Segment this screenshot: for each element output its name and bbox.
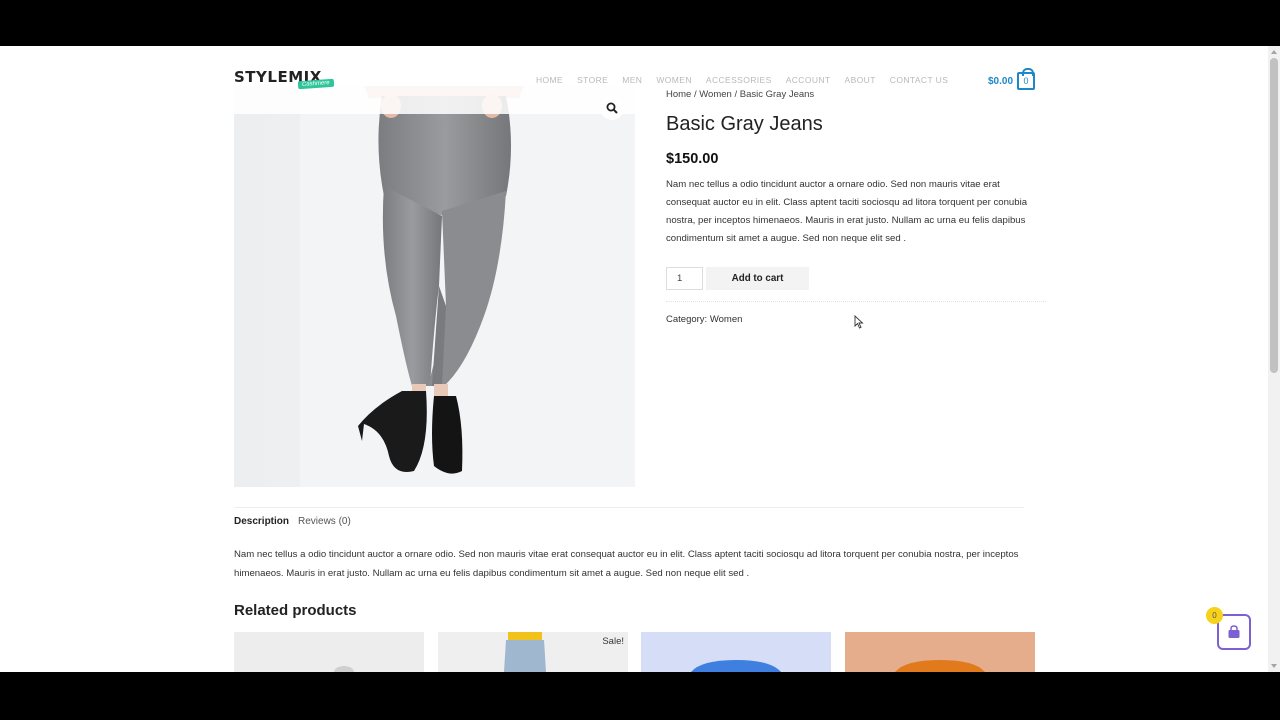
mouse-cursor-icon [854,315,864,329]
vertical-scrollbar[interactable] [1268,46,1280,672]
cart-amount: $0.00 [988,75,1014,87]
related-product-4[interactable] [845,632,1035,672]
cart-count: 0 [1023,76,1029,86]
top-black-bar [0,0,1280,46]
nav-item-women[interactable]: WOMEN [656,75,692,85]
main-nav: HOME STORE MEN WOMEN ACCESSORIES ACCOUNT… [536,75,948,85]
scrollbar-thumb[interactable] [1270,58,1278,373]
nav-item-accessories[interactable]: ACCESSORIES [706,75,772,85]
browser-viewport: STYLEMIX Cashmere HOME STORE MEN WOMEN A… [0,46,1280,672]
related-product-image [334,666,354,672]
product-image[interactable] [234,86,635,487]
nav-item-contact[interactable]: CONTACT US [890,75,948,85]
nav-item-home[interactable]: HOME [536,75,563,85]
floating-cart-button[interactable] [1217,614,1251,650]
scroll-down-arrow-icon[interactable] [1271,664,1277,668]
related-product-1[interactable] [234,632,424,672]
related-product-2[interactable]: Sale! [438,632,628,672]
tab-reviews[interactable]: Reviews (0) [298,516,351,527]
product-category[interactable]: Category: Women [666,314,742,325]
related-product-3[interactable] [641,632,831,672]
tab-description[interactable]: Description [234,516,289,527]
site-header: STYLEMIX Cashmere HOME STORE MEN WOMEN A… [0,46,1268,114]
breadcrumb[interactable]: Home / Women / Basic Gray Jeans [666,89,814,100]
related-product-image [895,660,985,672]
related-product-image [691,660,781,672]
nav-item-account[interactable]: ACCOUNT [786,75,831,85]
scroll-up-arrow-icon[interactable] [1271,50,1277,54]
cart-bag-icon: 0 [1017,68,1036,90]
sale-badge: Sale! [602,636,624,647]
nav-item-store[interactable]: STORE [577,75,608,85]
nav-item-about[interactable]: ABOUT [845,75,876,85]
search-icon [606,102,618,114]
description-text: Nam nec tellus a odio tincidunt auctor a… [234,549,1019,579]
product-price: $150.00 [666,151,719,167]
related-products-title: Related products [234,602,357,619]
add-to-cart-button[interactable]: Add to cart [706,267,809,290]
related-product-image [504,632,546,672]
quantity-input[interactable] [666,267,703,290]
jeans-photo [234,86,635,487]
header-cart-link[interactable]: $0.00 0 [988,68,1036,90]
product-title: Basic Gray Jeans [666,113,823,135]
shopping-bag-icon [1228,625,1240,638]
product-short-description: Nam nec tellus a odio tincidunt auctor a… [666,179,1028,244]
tabs-divider [234,507,1024,508]
nav-item-men[interactable]: MEN [622,75,642,85]
floating-cart-count: 0 [1206,607,1223,624]
bottom-black-bar [0,672,1280,720]
divider [666,301,1046,302]
zoom-button[interactable] [600,96,624,120]
logo-badge: Cashmere [297,78,334,90]
